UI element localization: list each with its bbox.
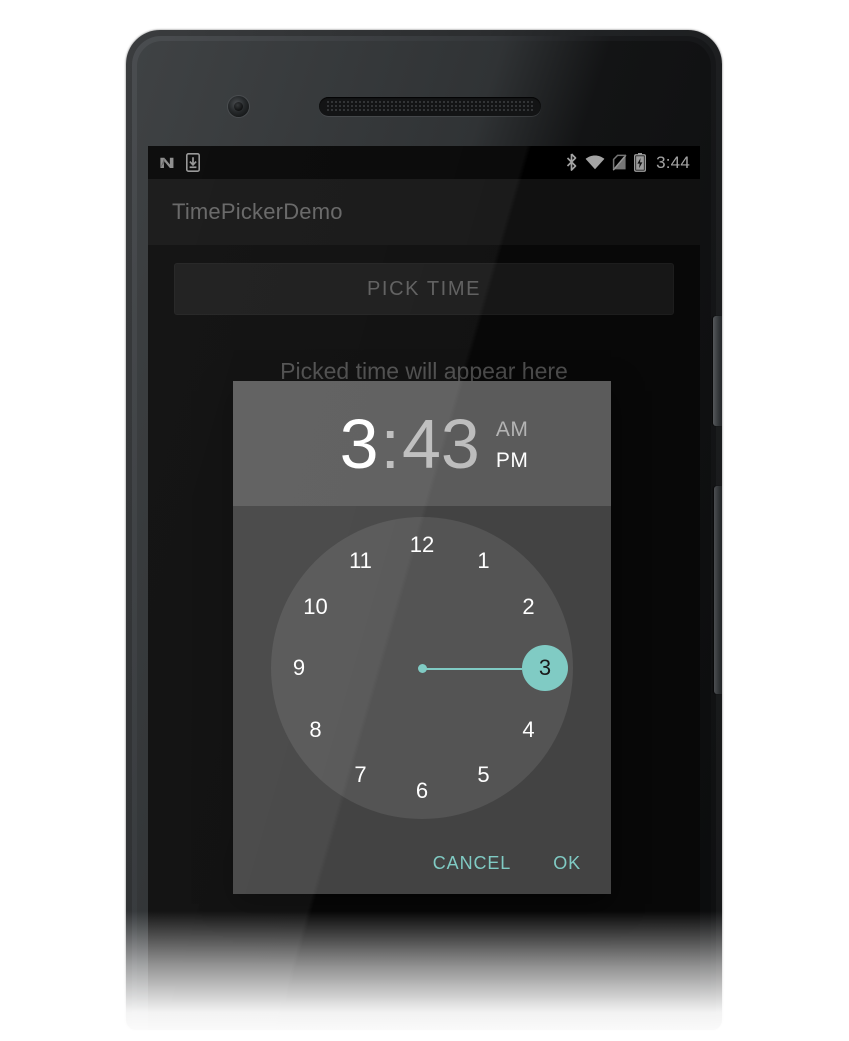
front-camera-icon: [228, 96, 249, 117]
screenshot-stage: 3:44 TimePickerDemo PICK TIME Picked tim…: [0, 0, 849, 1041]
am-pm-toggle: AM PM: [496, 419, 529, 471]
clock-number[interactable]: 8: [298, 713, 332, 747]
clock-number[interactable]: 10: [298, 590, 332, 624]
cancel-button[interactable]: CANCEL: [429, 847, 515, 880]
time-picker-header: 3 : 43 AM PM: [233, 381, 611, 506]
clock-number[interactable]: 6: [405, 774, 439, 808]
clock-number[interactable]: 2: [512, 590, 546, 624]
clock-selected-number[interactable]: 3: [522, 645, 568, 691]
clock-number[interactable]: 12: [405, 528, 439, 562]
clock-number[interactable]: 11: [344, 544, 378, 578]
power-button[interactable]: [713, 316, 722, 426]
clock-number[interactable]: 7: [344, 758, 378, 792]
clock-number[interactable]: 5: [467, 758, 501, 792]
ok-button[interactable]: OK: [549, 847, 585, 880]
clock-number[interactable]: 9: [282, 651, 316, 685]
volume-rocker-button[interactable]: [714, 486, 722, 694]
time-picker-dialog: 3 : 43 AM PM 12 12 3 45678 9 10 11: [233, 381, 611, 894]
phone-device: 3:44 TimePickerDemo PICK TIME Picked tim…: [126, 30, 722, 1030]
clock-number[interactable]: 4: [512, 713, 546, 747]
pm-option[interactable]: PM: [496, 450, 529, 471]
clock-number[interactable]: 1: [467, 544, 501, 578]
clock-center-dot: [417, 663, 427, 673]
time-picker-body: 12 1 2 3 4 5 6 7 8 9 10 11: [233, 506, 611, 832]
am-option[interactable]: AM: [496, 419, 529, 440]
minute-value[interactable]: 43: [402, 409, 480, 479]
earpiece-speaker-icon: [319, 97, 541, 116]
phone-screen: 3:44 TimePickerDemo PICK TIME Picked tim…: [148, 146, 700, 1030]
hour-value[interactable]: 3: [340, 409, 379, 479]
clock-hand: [422, 668, 522, 670]
clock-face[interactable]: 12 1 2 3 4 5 6 7 8 9 10 11: [271, 517, 573, 819]
time-display: 3 : 43 AM PM: [233, 409, 611, 479]
dialog-actions: CANCEL OK: [233, 832, 611, 894]
time-separator: :: [380, 404, 400, 483]
